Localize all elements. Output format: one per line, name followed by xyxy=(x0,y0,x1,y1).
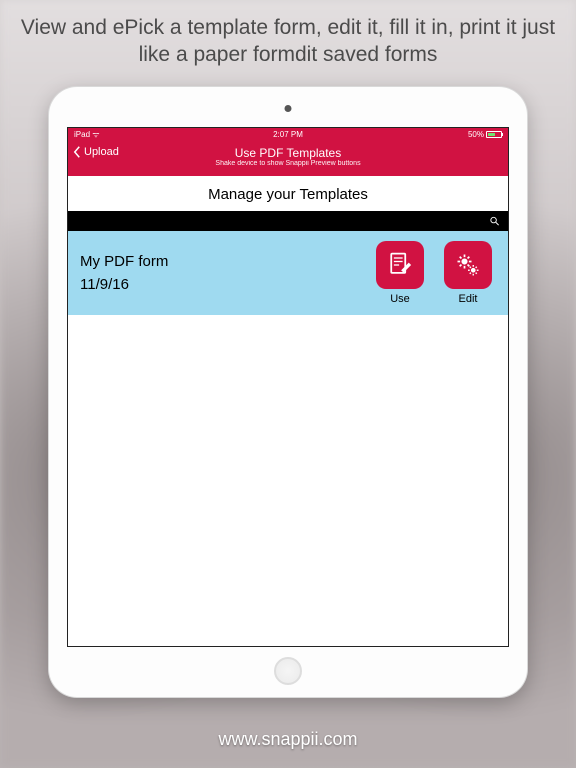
carrier-label: iPad ᯤ xyxy=(74,129,100,140)
chevron-left-icon xyxy=(72,146,82,158)
edit-button[interactable] xyxy=(444,241,492,289)
use-action: Use xyxy=(372,241,428,305)
nav-subtitle: Shake device to show Snappii Preview but… xyxy=(74,160,502,167)
back-button[interactable]: Upload xyxy=(72,146,119,158)
promo-headline: View and ePick a template form, edit it,… xyxy=(0,0,576,87)
gears-icon xyxy=(454,251,482,279)
template-name: My PDF form xyxy=(80,253,360,270)
edit-label: Edit xyxy=(440,293,496,305)
document-edit-icon xyxy=(386,251,414,279)
search-bar[interactable] xyxy=(68,211,508,231)
nav-title: Use PDF Templates xyxy=(74,144,502,160)
battery-indicator: 50% xyxy=(468,130,502,139)
nav-bar: Upload Use PDF Templates Shake device to… xyxy=(68,142,508,176)
status-bar: iPad ᯤ 2:07 PM 50% xyxy=(68,128,508,142)
tablet-camera xyxy=(285,105,292,112)
clock: 2:07 PM xyxy=(273,130,303,139)
tablet-frame: iPad ᯤ 2:07 PM 50% Upload Use PDF Templa… xyxy=(49,87,527,697)
back-label: Upload xyxy=(84,146,119,158)
footer-url: www.snappii.com xyxy=(0,729,576,750)
template-info: My PDF form 11/9/16 xyxy=(80,253,360,293)
use-label: Use xyxy=(372,293,428,305)
use-button[interactable] xyxy=(376,241,424,289)
home-button[interactable] xyxy=(274,657,302,685)
template-row: My PDF form 11/9/16 Use xyxy=(68,231,508,315)
template-date: 11/9/16 xyxy=(80,276,360,293)
edit-action: Edit xyxy=(440,241,496,305)
search-icon xyxy=(489,215,500,226)
page-title: Manage your Templates xyxy=(68,176,508,211)
app-screen: iPad ᯤ 2:07 PM 50% Upload Use PDF Templa… xyxy=(67,127,509,647)
